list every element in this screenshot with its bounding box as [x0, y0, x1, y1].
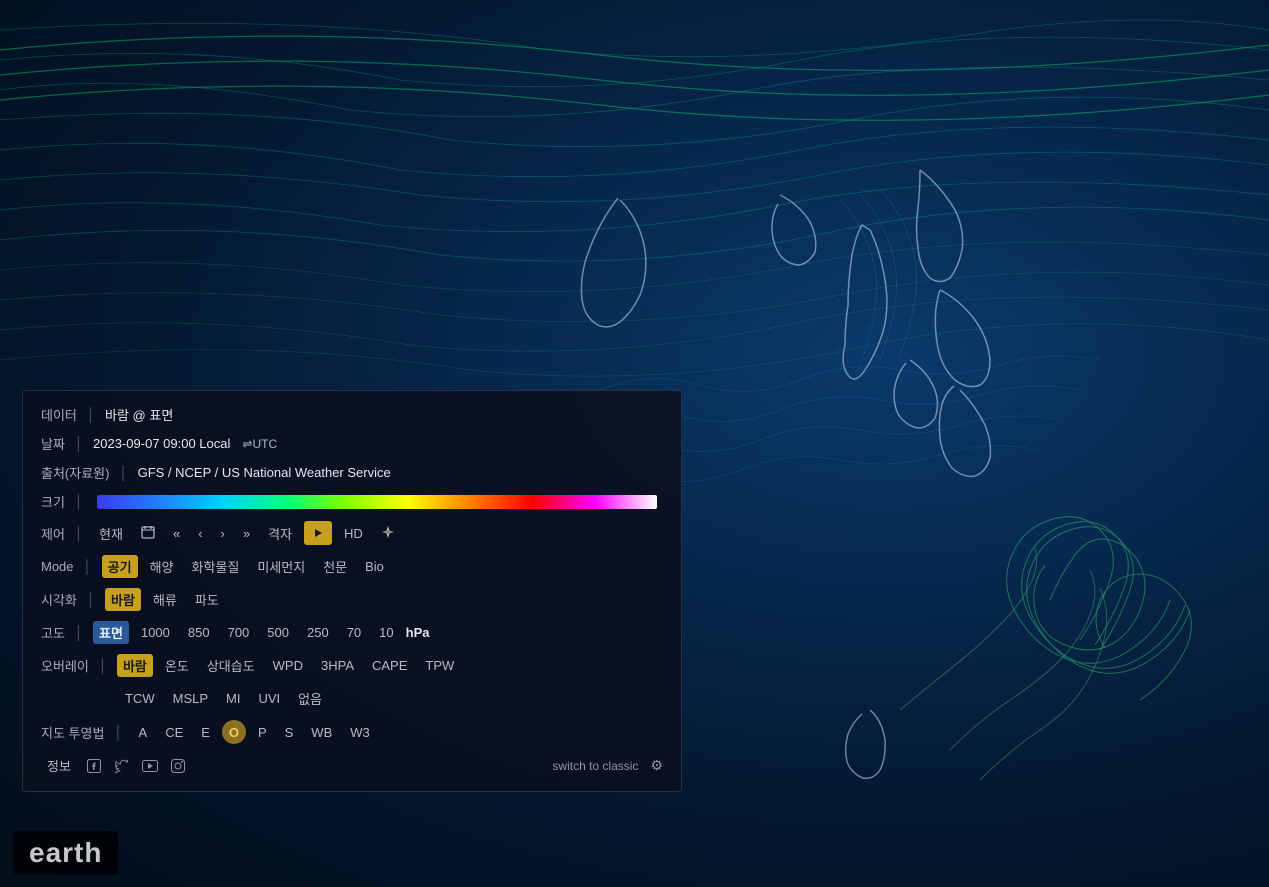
mode-dust-button[interactable]: 미세먼지 — [251, 555, 311, 578]
overlay-wpd-button[interactable]: WPD — [267, 656, 309, 675]
proj-wb-button[interactable]: WB — [305, 723, 338, 742]
alt-1000-button[interactable]: 1000 — [135, 623, 176, 642]
forward-button[interactable]: › — [215, 524, 231, 543]
altitude-label: 고도 — [41, 623, 65, 642]
separator-7: │ — [87, 592, 95, 607]
viz-wind-button[interactable]: 바람 — [105, 588, 141, 611]
play-button[interactable] — [304, 521, 332, 545]
data-label: 데이터 — [41, 405, 77, 424]
overlay-label: 오버레이 — [41, 656, 89, 675]
overlay-mslp-button[interactable]: MSLP — [167, 689, 214, 708]
hd-button[interactable]: HD — [338, 524, 369, 543]
forward-fast-button[interactable]: » — [237, 524, 256, 543]
separator-6: │ — [84, 559, 92, 574]
rewind-button[interactable]: ‹ — [192, 524, 208, 543]
separator-4: │ — [75, 494, 83, 509]
source-value: GFS / NCEP / US National Weather Service — [138, 465, 391, 480]
viz-row: 시각화 │ 바람 해류 파도 — [41, 588, 663, 611]
alt-10-button[interactable]: 10 — [373, 623, 399, 642]
alt-850-button[interactable]: 850 — [182, 623, 216, 642]
overlay-none-button[interactable]: 없음 — [292, 687, 328, 710]
current-button[interactable]: 현재 — [93, 522, 129, 545]
mode-chemical-button[interactable]: 화학물질 — [186, 555, 246, 578]
mode-air-button[interactable]: 공기 — [102, 555, 138, 578]
overlay-tpw-button[interactable]: TPW — [419, 656, 460, 675]
proj-p-button[interactable]: P — [252, 723, 273, 742]
separator-3: │ — [119, 465, 127, 480]
overlay-wind-button[interactable]: 바람 — [117, 654, 153, 677]
overlay-uvi-button[interactable]: UVI — [252, 689, 286, 708]
overlay-humidity-button[interactable]: 상대습도 — [201, 654, 261, 677]
separator-2: │ — [75, 436, 83, 451]
alt-250-button[interactable]: 250 — [301, 623, 335, 642]
proj-s-button[interactable]: S — [279, 723, 300, 742]
grid-button[interactable]: 격자 — [262, 522, 298, 545]
data-value: 바람 @ 표면 — [105, 405, 173, 424]
overlay-mi-button[interactable]: MI — [220, 689, 246, 708]
overlay-tcw-button[interactable]: TCW — [119, 689, 161, 708]
calendar-icon — [141, 525, 155, 539]
overlay-3hpa-button[interactable]: 3HPA — [315, 656, 360, 675]
hpa-unit: hPa — [406, 625, 430, 640]
viz-wave-button[interactable]: 파도 — [189, 588, 225, 611]
info-button[interactable]: 정보 — [41, 754, 77, 777]
instagram-icon[interactable] — [167, 755, 189, 777]
twitter-icon[interactable] — [111, 755, 133, 777]
viz-current-button[interactable]: 해류 — [147, 588, 183, 611]
overlay-temp-button[interactable]: 온도 — [159, 654, 195, 677]
separator-9: │ — [99, 658, 107, 673]
control-panel: 데이터 │ 바람 @ 표면 날짜 │ 2023-09-07 09:00 Loca… — [22, 390, 682, 792]
compass-icon — [381, 525, 395, 539]
projection-label: 지도 투영법 — [41, 723, 104, 742]
compass-button[interactable] — [375, 523, 401, 544]
controls-row: 제어 │ 현재 « ‹ › » 격자 HD — [41, 521, 663, 545]
proj-w3-button[interactable]: W3 — [344, 723, 376, 742]
proj-a-button[interactable]: A — [133, 723, 154, 742]
youtube-icon[interactable] — [139, 755, 161, 777]
overlay-row2: TCW MSLP MI UVI 없음 — [41, 687, 663, 710]
mode-row: Mode │ 공기 해양 화학물질 미세먼지 천문 Bio — [41, 555, 663, 578]
source-row: 출처(자료원) │ GFS / NCEP / US National Weath… — [41, 463, 663, 482]
date-label: 날짜 — [41, 434, 65, 453]
overlay-row1: 오버레이 │ 바람 온도 상대습도 WPD 3HPA CAPE TPW — [41, 654, 663, 677]
proj-e-button[interactable]: E — [195, 723, 216, 742]
mode-astro-button[interactable]: 천문 — [317, 555, 353, 578]
date-row: 날짜 │ 2023-09-07 09:00 Local ⇌UTC — [41, 434, 663, 453]
mode-ocean-button[interactable]: 해양 — [144, 555, 180, 578]
controls-label: 제어 — [41, 524, 65, 543]
viz-label: 시각화 — [41, 590, 77, 609]
alt-500-button[interactable]: 500 — [261, 623, 295, 642]
calendar-button[interactable] — [135, 523, 161, 544]
alt-surface-button[interactable]: 표면 — [93, 621, 129, 644]
data-row: 데이터 │ 바람 @ 표면 — [41, 405, 663, 424]
switch-classic-button[interactable]: switch to classic — [546, 757, 644, 775]
mode-bio-button[interactable]: Bio — [359, 557, 390, 576]
proj-ce-button[interactable]: CE — [159, 723, 189, 742]
rewind-fast-button[interactable]: « — [167, 524, 186, 543]
color-scale-bar — [97, 495, 657, 509]
utc-toggle-button[interactable]: ⇌UTC — [236, 435, 283, 453]
scale-label: 크기 — [41, 492, 65, 511]
mode-label: Mode — [41, 559, 74, 574]
overlay-cape-button[interactable]: CAPE — [366, 656, 413, 675]
scale-row: 크기 │ — [41, 492, 663, 511]
source-label: 출처(자료원) — [41, 463, 109, 482]
footer-row: 정보 — [41, 754, 663, 777]
separator-8: │ — [75, 625, 83, 640]
altitude-row: 고도 │ 표면 1000 850 700 500 250 70 10 hPa — [41, 621, 663, 644]
alt-700-button[interactable]: 700 — [222, 623, 256, 642]
separator-5: │ — [75, 526, 83, 541]
date-value: 2023-09-07 09:00 Local — [93, 436, 230, 451]
earth-label[interactable]: earth — [13, 831, 118, 875]
projection-row: 지도 투영법 │ A CE E O P S WB W3 — [41, 720, 663, 744]
separator-10: │ — [114, 725, 122, 740]
settings-icon[interactable]: ⚙ — [650, 757, 663, 774]
separator-1: │ — [87, 407, 95, 422]
play-icon — [313, 528, 323, 538]
alt-70-button[interactable]: 70 — [341, 623, 367, 642]
facebook-icon[interactable] — [83, 755, 105, 777]
proj-o-button[interactable]: O — [222, 720, 246, 744]
